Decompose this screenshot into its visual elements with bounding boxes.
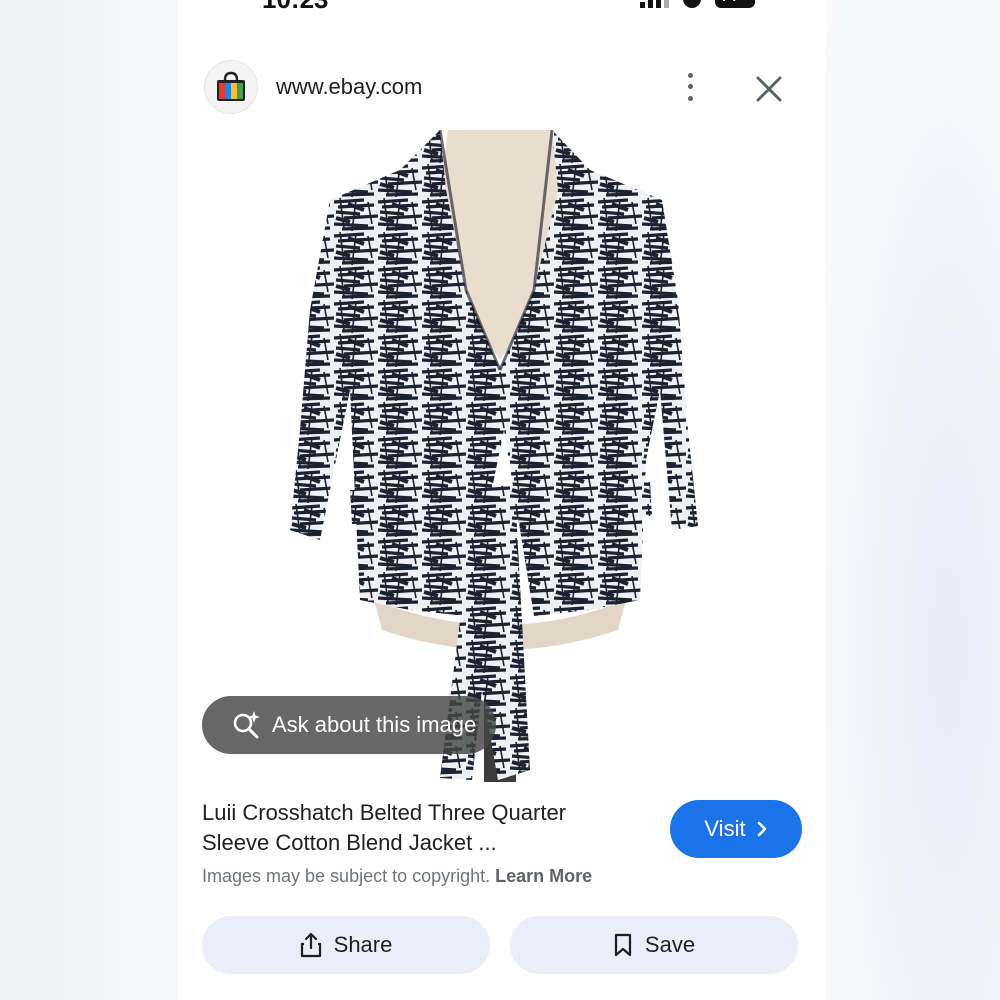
result-title-line2: Sleeve Cotton Blend Jacket ... [202, 830, 497, 855]
ask-about-image-label: Ask about this image [272, 712, 477, 737]
background-right [826, 0, 1000, 1000]
ask-about-image-button[interactable]: Ask about this image [202, 696, 496, 754]
copyright-notice: Images may be subject to copyright. Lear… [202, 866, 592, 887]
site-url[interactable]: www.ebay.com [276, 74, 422, 100]
chevron-right-icon [757, 821, 766, 837]
signal-icon [640, 0, 669, 8]
visit-label: Visit [704, 816, 746, 841]
background-left [0, 0, 178, 1000]
copyright-text: Images may be subject to copyright. [202, 866, 491, 886]
shopping-bag-icon [217, 71, 245, 101]
status-icons: 74 [640, 0, 755, 8]
result-title[interactable]: Luii Crosshatch Belted Three Quarter Sle… [202, 798, 642, 858]
share-button[interactable]: Share [202, 916, 490, 974]
save-button[interactable]: Save [510, 916, 798, 974]
battery-level: 74 [721, 0, 737, 4]
learn-more-link[interactable]: Learn More [495, 866, 592, 886]
visit-button[interactable]: Visit [670, 800, 802, 858]
phone-screen: 10:23 74 www.ebay.com [178, 0, 826, 1000]
result-title-line1: Luii Crosshatch Belted Three Quarter [202, 800, 566, 825]
save-label: Save [644, 932, 696, 957]
share-label: Share [333, 932, 393, 957]
wifi-icon [683, 0, 701, 8]
product-image[interactable] [290, 130, 710, 782]
site-favicon[interactable] [204, 60, 258, 114]
bookmark-icon [614, 933, 632, 957]
lens-sparkle-icon [233, 711, 260, 739]
more-vert-icon[interactable] [678, 70, 702, 104]
share-icon [300, 932, 321, 958]
page-header: www.ebay.com [178, 58, 826, 118]
status-time: 10:23 [262, 0, 329, 15]
close-icon[interactable] [752, 72, 786, 106]
battery-icon: 74 [715, 0, 755, 8]
